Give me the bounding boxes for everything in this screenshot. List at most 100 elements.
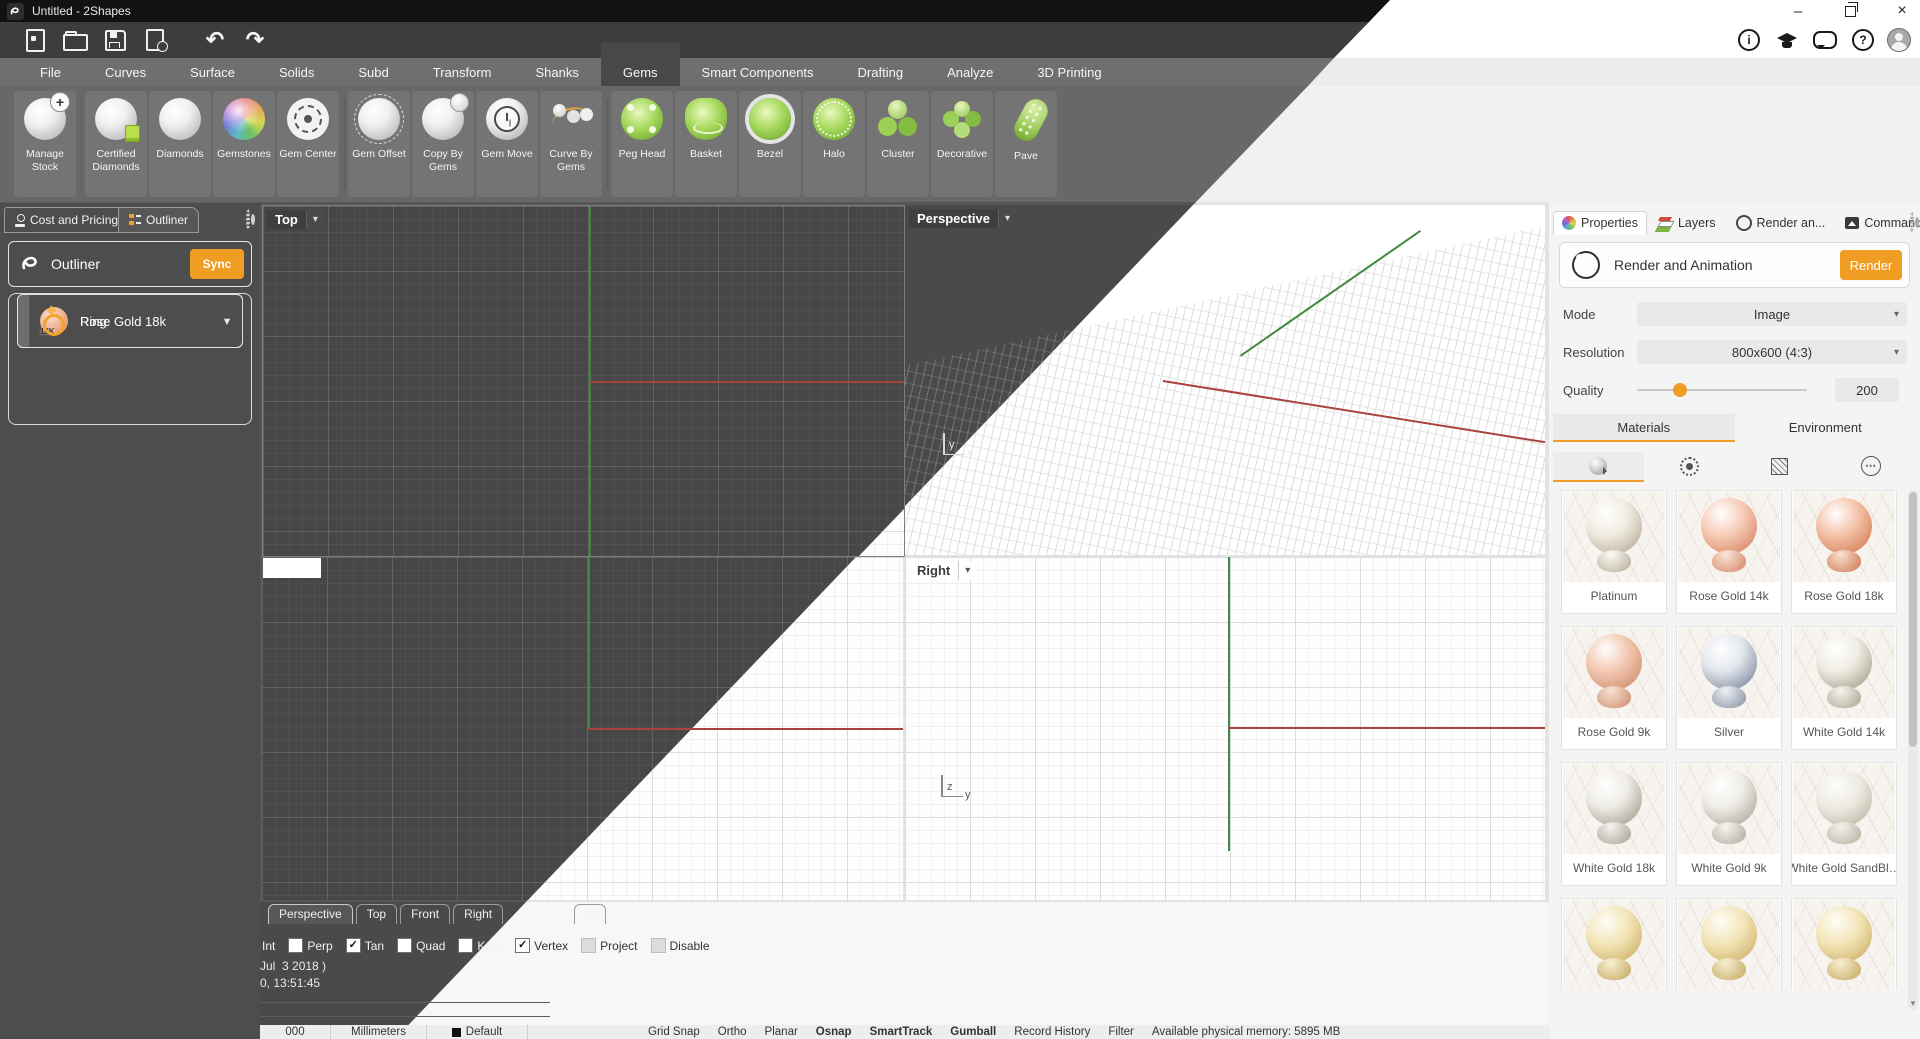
menu-tab[interactable]: Transform xyxy=(411,58,514,86)
checkbox[interactable]: ✓ xyxy=(288,938,303,953)
status-toggle[interactable]: Record History xyxy=(1014,1026,1090,1038)
osnap-label[interactable]: Quad xyxy=(416,939,445,953)
status-toggle[interactable]: Osnap xyxy=(816,1026,852,1038)
panel-tab[interactable]: Commands xyxy=(1836,211,1920,235)
chevron-down-icon[interactable]: ▾ xyxy=(224,314,230,328)
viewport-right-label[interactable]: Right ▾ xyxy=(909,561,976,580)
status-toggle[interactable]: Ortho xyxy=(718,1026,747,1038)
osnap-item[interactable]: ✓ Tan xyxy=(346,938,384,953)
osnap-item[interactable]: ✓ Project xyxy=(581,938,637,953)
academy-button[interactable] xyxy=(1770,22,1804,58)
panel-tab[interactable]: Properties xyxy=(1553,211,1647,235)
viewport-top[interactable]: Top ▾ xyxy=(262,205,905,557)
osnap-label[interactable]: Knot xyxy=(477,939,502,953)
units-cell[interactable]: Millimeters xyxy=(331,1025,427,1039)
viewport-tab[interactable]: Top xyxy=(356,904,397,924)
ribbon-button[interactable]: Decorative xyxy=(931,91,993,197)
quality-slider[interactable] xyxy=(1637,378,1807,402)
redo-button[interactable]: ↷ xyxy=(238,22,272,58)
category-textures[interactable] xyxy=(1735,452,1826,482)
checkbox[interactable]: ✓ xyxy=(397,938,412,953)
material-swatch[interactable] xyxy=(1791,898,1897,990)
osnap-item[interactable]: ✓ Knot xyxy=(458,938,502,953)
scrollbar-down-arrow[interactable]: ▼ xyxy=(1909,999,1917,1008)
panel-tab[interactable]: Render an... xyxy=(1727,210,1835,236)
status-toggle[interactable]: Filter xyxy=(1108,1026,1134,1038)
ribbon-button[interactable]: Pave xyxy=(995,91,1057,197)
resolution-dropdown[interactable]: 800x600 (4:3) ▾ xyxy=(1637,340,1907,364)
scrollbar-thumb[interactable] xyxy=(1909,492,1917,747)
status-toggle[interactable]: Grid Snap xyxy=(648,1026,700,1038)
material-swatch[interactable] xyxy=(1561,898,1667,990)
panel-settings-button[interactable] xyxy=(1910,214,1914,232)
restore-button[interactable] xyxy=(1830,0,1870,22)
outliner-item[interactable]: Ring ▾ xyxy=(17,294,243,348)
status-toggle[interactable]: Gumball xyxy=(950,1026,996,1038)
ribbon-button[interactable]: Gem Offset xyxy=(348,91,410,197)
menu-tab[interactable]: 3D Printing xyxy=(1015,58,1123,86)
osnap-item[interactable]: ✓ Quad xyxy=(397,938,445,953)
undo-button[interactable]: ↶ xyxy=(198,22,232,58)
sync-button[interactable]: Sync xyxy=(190,249,244,279)
material-swatch[interactable]: Rose Gold 9k xyxy=(1561,626,1667,750)
menu-tab[interactable]: Shanks xyxy=(514,58,601,86)
menu-tab[interactable]: Solids xyxy=(257,58,336,86)
help-button[interactable]: ? xyxy=(1846,22,1880,58)
material-swatch[interactable]: White Gold 9k xyxy=(1676,762,1782,886)
ribbon-button[interactable]: Peg Head xyxy=(611,91,673,197)
account-button[interactable] xyxy=(1882,22,1916,58)
viewport-tab[interactable]: Front xyxy=(400,904,450,924)
tab-materials[interactable]: Materials xyxy=(1553,414,1735,442)
checkbox[interactable]: ✓ xyxy=(346,938,361,953)
category-gems[interactable] xyxy=(1644,452,1735,482)
material-swatch[interactable]: Silver xyxy=(1676,626,1782,750)
ribbon-button[interactable]: Curve By Gems xyxy=(540,91,602,197)
osnap-label[interactable]: Project xyxy=(600,939,637,953)
material-swatch[interactable]: White Gold SandBl… xyxy=(1791,762,1897,886)
panel-settings-button[interactable] xyxy=(246,211,250,229)
chat-button[interactable] xyxy=(1808,22,1842,58)
layer-cell[interactable]: Default xyxy=(427,1025,528,1039)
ribbon-button[interactable]: Copy By Gems xyxy=(412,91,474,197)
material-swatch[interactable]: White Gold 18k xyxy=(1561,762,1667,886)
info-button[interactable]: i xyxy=(1732,22,1766,58)
viewport-front-label-box[interactable] xyxy=(263,558,321,578)
osnap-item[interactable]: ✓ Int xyxy=(262,939,275,953)
checkbox[interactable]: ✓ xyxy=(581,938,596,953)
ribbon-button[interactable]: Gem Move xyxy=(476,91,538,197)
menu-tab[interactable]: Subd xyxy=(336,58,410,86)
item-grip[interactable] xyxy=(18,295,30,347)
render-button[interactable]: Render xyxy=(1840,250,1902,280)
ribbon-button[interactable]: Manage Stock xyxy=(14,91,76,197)
checkbox[interactable]: ✓ xyxy=(651,938,666,953)
viewport-right[interactable]: z y Right ▾ xyxy=(905,557,1545,900)
material-swatch[interactable]: Rose Gold 14k xyxy=(1676,490,1782,614)
material-swatch[interactable]: Platinum xyxy=(1561,490,1667,614)
viewport-tab[interactable]: Right xyxy=(453,904,503,924)
ribbon-button[interactable]: Halo xyxy=(803,91,865,197)
osnap-item[interactable]: ✓ Perp xyxy=(288,938,332,953)
ribbon-button[interactable]: Certified Diamonds xyxy=(85,91,147,197)
category-metals[interactable] xyxy=(1553,452,1644,482)
ribbon-button[interactable]: Diamonds xyxy=(149,91,211,197)
menu-tab[interactable]: Gems xyxy=(601,43,680,91)
osnap-label[interactable]: Tan xyxy=(365,939,384,953)
checkbox[interactable]: ✓ xyxy=(458,938,473,953)
osnap-item[interactable]: ✓ Vertex xyxy=(515,938,568,953)
osnap-item[interactable]: ✓ Disable xyxy=(651,938,710,953)
ribbon-button[interactable]: Cluster xyxy=(867,91,929,197)
material-swatch[interactable] xyxy=(1676,898,1782,990)
status-toggle[interactable]: SmartTrack xyxy=(870,1026,933,1038)
viewport-menu-chevron[interactable]: ▾ xyxy=(958,561,976,580)
status-toggle[interactable]: Planar xyxy=(765,1026,798,1038)
close-button[interactable]: × xyxy=(1882,0,1920,22)
material-swatch[interactable]: White Gold 14k xyxy=(1791,626,1897,750)
save-button[interactable] xyxy=(98,22,132,58)
tab-cost-and-pricing[interactable]: Cost and Pricing xyxy=(4,207,129,233)
incremental-save-button[interactable] xyxy=(138,22,172,58)
osnap-label[interactable]: Perp xyxy=(307,939,332,953)
menu-tab[interactable]: File xyxy=(18,58,83,86)
mode-dropdown[interactable]: Image ▾ xyxy=(1637,302,1907,326)
menu-tab[interactable]: Drafting xyxy=(836,58,926,86)
osnap-label[interactable]: Disable xyxy=(670,939,710,953)
